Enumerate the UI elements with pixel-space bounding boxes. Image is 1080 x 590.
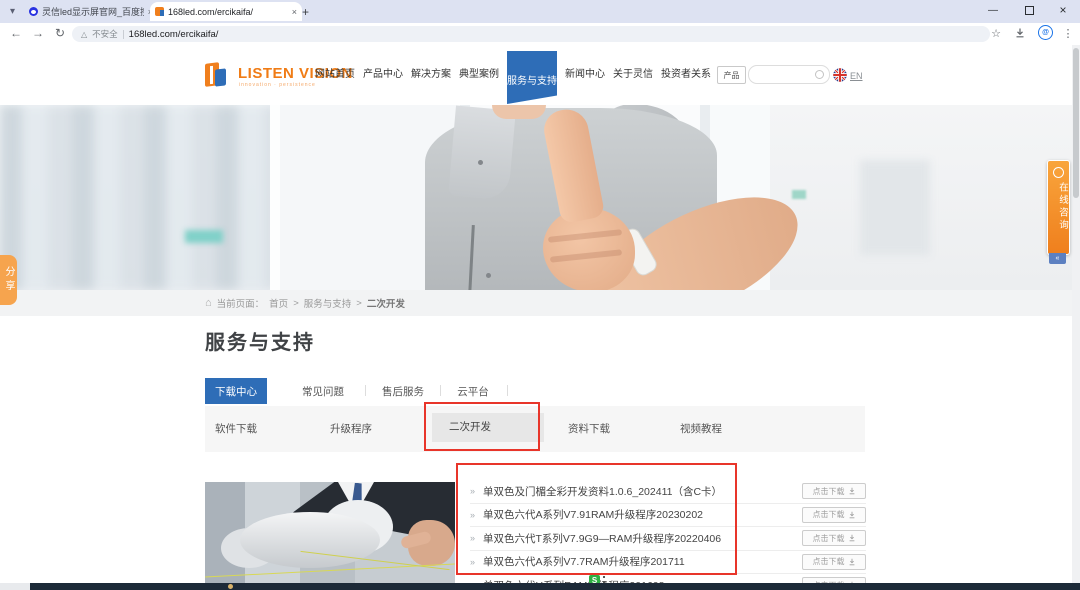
nav-item-news[interactable]: 新闻中心 (563, 45, 607, 105)
filter-software-download[interactable]: 软件下载 (215, 406, 257, 452)
site-favicon-icon (155, 7, 164, 16)
profile-avatar[interactable]: @ (1038, 25, 1053, 40)
language-switch-link[interactable]: EN (850, 71, 863, 81)
filter-data-download[interactable]: 资料下载 (568, 406, 610, 452)
nav-item-products[interactable]: 产品中心 (361, 45, 405, 105)
breadcrumb-separator: > (293, 298, 299, 309)
site-logo-tagline: innovation · persistence (239, 82, 316, 88)
address-divider (123, 30, 124, 39)
uk-flag-icon[interactable] (833, 68, 847, 82)
download-row: » 单双色六代A系列V7.91RAM升级程序20230202 点击下载 (470, 504, 866, 528)
breadcrumb-bar (0, 290, 1080, 316)
hero-banner (0, 105, 1080, 290)
scrollbar-thumb[interactable] (1073, 48, 1079, 198)
breadcrumb-separator: > (356, 298, 362, 309)
nav-item-cases[interactable]: 典型案例 (457, 45, 501, 105)
tab-close-icon[interactable]: × (292, 7, 297, 17)
bullet-icon: » (470, 510, 475, 520)
security-warning-icon: △ (81, 30, 87, 39)
download-list: » 单双色及门楣全彩开发资料1.0.6_202411（含C卡） 点击下载 » 单… (470, 480, 866, 590)
online-consult-floater[interactable]: 在线咨询 (1047, 160, 1070, 255)
bookmark-star-icon[interactable]: ☆ (988, 25, 1004, 41)
baidu-favicon-icon (29, 7, 38, 16)
tab-search-icon[interactable]: ▾ (5, 4, 20, 19)
filter-video-tutorial[interactable]: 视频教程 (680, 406, 722, 452)
content-photo-cloud (205, 482, 455, 583)
downloads-icon[interactable] (1012, 25, 1028, 41)
download-button[interactable]: 点击下载 (802, 483, 866, 499)
nav-item-home[interactable]: 网站首页 (313, 45, 357, 105)
forward-button[interactable]: → (30, 25, 46, 41)
browser-tab-inactive[interactable]: 灵信led显示屏官网_百度搜索 × (24, 2, 158, 21)
page-title: 服务与支持 (205, 326, 315, 355)
hero-thumbs-up-hand (543, 208, 635, 290)
tab-separator (507, 385, 508, 396)
tab-separator (365, 385, 366, 396)
download-button[interactable]: 点击下载 (802, 507, 866, 523)
browser-tab-active[interactable]: 168led.com/ercikaifa/ × (150, 2, 302, 21)
home-icon: ⌂ (205, 297, 212, 309)
download-link[interactable]: 单双色及门楣全彩开发资料1.0.6_202411（含C卡） (483, 484, 722, 499)
download-arrow-icon (848, 487, 856, 495)
breadcrumb-prefix: 当前页面： (217, 296, 265, 310)
breadcrumb-link-service[interactable]: 服务与支持 (304, 296, 352, 310)
breadcrumb-current: 二次开发 (367, 296, 405, 310)
download-arrow-icon (848, 511, 856, 519)
photo-cloud-shape (240, 512, 380, 568)
nav-item-solutions[interactable]: 解决方案 (409, 45, 453, 105)
download-link[interactable]: 单双色六代T系列V7.9G9—RAM升级程序20220406 (483, 531, 721, 546)
window-close-button[interactable]: × (1050, 0, 1076, 20)
download-arrow-icon (848, 558, 856, 566)
back-button[interactable]: ← (8, 25, 24, 41)
browser-menu-icon[interactable]: ⋮ (1060, 25, 1076, 41)
bullet-icon: » (470, 486, 475, 496)
new-tab-button[interactable]: + (298, 4, 313, 19)
download-link[interactable]: 单双色六代A系列V7.7RAM升级程序201711 (483, 554, 685, 569)
search-box (748, 65, 830, 84)
download-button[interactable]: 点击下载 (802, 554, 866, 570)
download-row: » 单双色六代T系列V7.9G9—RAM升级程序20220406 点击下载 (470, 527, 866, 551)
nav-item-investor[interactable]: 投资者关系 (659, 45, 713, 105)
reload-button[interactable]: ↻ (52, 25, 68, 41)
search-icon[interactable] (815, 70, 824, 79)
search-input[interactable] (755, 67, 817, 82)
tab-title: 灵信led显示屏官网_百度搜索 (42, 5, 144, 18)
browser-tab-strip: ▾ 灵信led显示屏官网_百度搜索 × 168led.com/ercikaifa… (0, 0, 1080, 23)
bullet-icon: » (470, 557, 475, 567)
site-logo-icon[interactable] (205, 61, 231, 89)
consult-collapse-button[interactable]: « (1049, 253, 1066, 264)
tab-faq[interactable]: 常见问题 (301, 378, 345, 404)
breadcrumb-link-home[interactable]: 首页 (269, 296, 288, 310)
filter-upgrade-program[interactable]: 升级程序 (330, 406, 372, 452)
breadcrumb: ⌂ 当前页面： 首页 > 服务与支持 > 二次开发 (205, 290, 405, 316)
window-restore-button[interactable] (1016, 0, 1042, 20)
download-button[interactable]: 点击下载 (802, 530, 866, 546)
nav-item-about[interactable]: 关于灵信 (611, 45, 655, 105)
download-arrow-icon (848, 534, 856, 542)
tab-after-sales[interactable]: 售后服务 (381, 378, 425, 404)
restore-icon (1025, 6, 1034, 15)
hero-background-city (0, 105, 280, 290)
address-bar[interactable]: △ 不安全 168led.com/ercikaifa/ (72, 26, 990, 42)
tab-title: 168led.com/ercikaifa/ (168, 7, 288, 17)
windows-taskbar-edge[interactable] (0, 583, 1080, 590)
download-row: » 单双色六代A系列V7.7RAM升级程序201711 点击下载 (470, 551, 866, 575)
nav-item-service-active[interactable]: 服务与支持 (507, 51, 557, 104)
consult-person-icon (1053, 167, 1064, 178)
share-floater[interactable]: 分享 (0, 255, 17, 305)
url-text: 168led.com/ercikaifa/ (129, 29, 219, 40)
download-row: » 单双色及门楣全彩开发资料1.0.6_202411（含C卡） 点击下载 (470, 480, 866, 504)
search-category-select[interactable]: 产品 (717, 66, 746, 84)
security-label: 不安全 (92, 28, 118, 40)
screen: ▾ 灵信led显示屏官网_百度搜索 × 168led.com/ercikaifa… (0, 0, 1080, 590)
tab-separator (440, 385, 441, 396)
tab-cloud-platform[interactable]: 云平台 (455, 378, 491, 404)
download-link[interactable]: 单双色六代A系列V7.91RAM升级程序20230202 (483, 507, 703, 522)
window-minimize-button[interactable]: — (980, 0, 1006, 20)
taskbar-widget-icon (228, 584, 233, 589)
filter-secondary-development-selected[interactable]: 二次开发 (432, 413, 544, 442)
tab-download-center[interactable]: 下载中心 (205, 378, 267, 404)
bullet-icon: » (470, 533, 475, 543)
